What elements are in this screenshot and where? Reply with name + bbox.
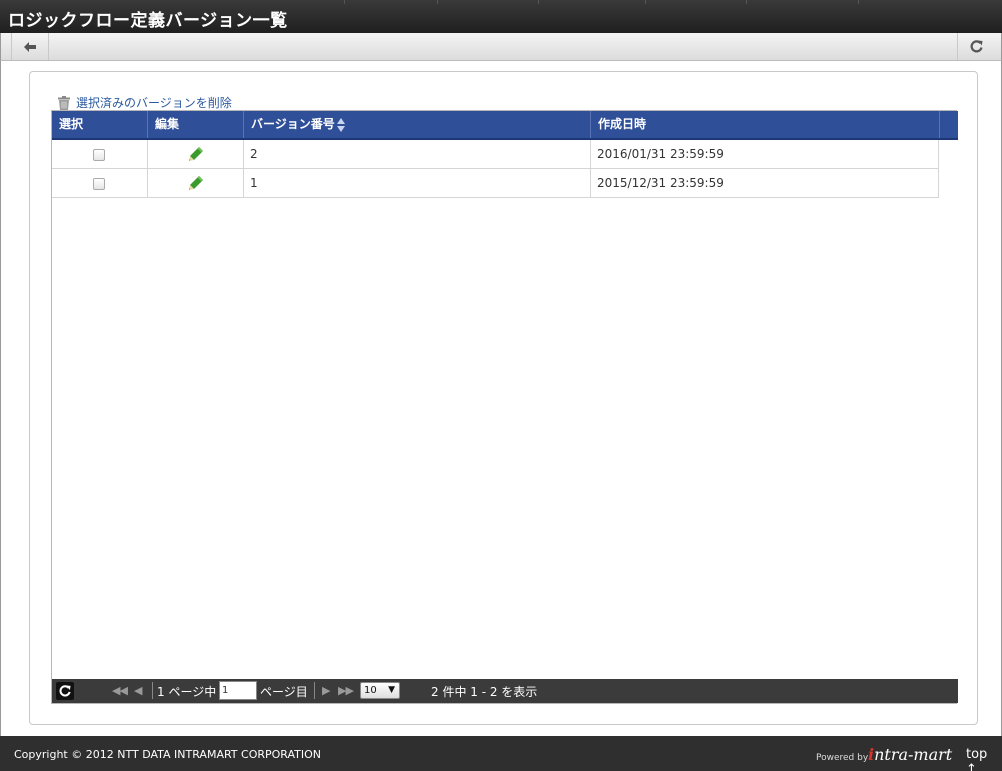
dropdown-arrow-icon: ▼ (388, 685, 395, 695)
select-cell (52, 140, 148, 168)
delete-selected-link[interactable]: 選択済みのバージョンを削除 (58, 94, 232, 111)
version-cell: 2 (244, 140, 591, 168)
column-header-created: 作成日時 (591, 111, 940, 138)
copyright-text: Copyright © 2012 NTT DATA INTRAMART CORP… (14, 748, 322, 761)
page-suffix-label: ページ目 (260, 685, 308, 699)
grid-header: 選択 編集 バージョン番号 作成日時 (52, 111, 958, 140)
page-number-input[interactable]: 1 (219, 681, 257, 700)
sort-icon (336, 117, 345, 132)
toolbar (0, 33, 1002, 61)
column-header-edit: 編集 (148, 111, 244, 138)
title-bar: ロジックフロー定義バージョン一覧 (0, 0, 1002, 33)
page-size-select[interactable]: 10 ▼ (360, 682, 400, 699)
edit-cell (148, 169, 244, 197)
top-link[interactable]: top ↑ (966, 747, 1002, 771)
pager-refresh-button[interactable] (56, 682, 74, 700)
back-button[interactable] (11, 33, 49, 60)
created-cell: 2015/12/31 23:59:59 (591, 169, 939, 197)
pager-summary: 2 件中 1 - 2 を表示 (431, 685, 538, 699)
select-cell (52, 169, 148, 197)
version-cell: 1 (244, 169, 591, 197)
page-size-value: 10 (364, 685, 377, 696)
next-page-icon[interactable]: ▶ (322, 684, 331, 697)
table-row: 1 2015/12/31 23:59:59 (52, 169, 939, 198)
pencil-icon[interactable] (188, 146, 204, 162)
intra-mart-logo: intra-mart (868, 745, 953, 764)
page-title: ロジックフロー定義バージョン一覧 (8, 11, 288, 31)
powered-by-label: Powered by (816, 753, 869, 763)
prev-page-icon[interactable]: ◀ (134, 684, 143, 697)
edit-cell (148, 140, 244, 168)
pager-separator (152, 682, 153, 699)
trash-icon (58, 95, 70, 110)
last-page-icon[interactable]: ▶▶ (338, 684, 354, 697)
arrow-left-icon (24, 41, 36, 52)
pager-separator (314, 682, 315, 699)
version-grid: 選択 編集 バージョン番号 作成日時 2 2016/01/31 23:59:59… (51, 110, 958, 704)
table-row: 2 2016/01/31 23:59:59 (52, 140, 939, 169)
delete-selected-label: 選択済みのバージョンを削除 (76, 96, 232, 110)
column-header-version[interactable]: バージョン番号 (244, 111, 591, 138)
refresh-icon (59, 685, 71, 697)
pager-bar: ◀◀ ◀ 1 ページ中 1 ページ目 ▶ ▶▶ 10 ▼ 2 件中 1 - 2 … (52, 679, 958, 703)
created-cell: 2016/01/31 23:59:59 (591, 140, 939, 168)
content-area: 選択済みのバージョンを削除 選択 編集 バージョン番号 作成日時 2 2016/… (0, 61, 1002, 736)
row-checkbox[interactable] (93, 178, 105, 190)
pencil-icon[interactable] (188, 175, 204, 191)
refresh-icon (970, 40, 983, 53)
page-prefix-label: 1 ページ中 (157, 685, 217, 699)
column-header-select: 選択 (52, 111, 148, 138)
first-page-icon[interactable]: ◀◀ (112, 684, 128, 697)
footer: Copyright © 2012 NTT DATA INTRAMART CORP… (0, 736, 1002, 771)
column-header-version-label: バージョン番号 (251, 117, 335, 131)
reload-button[interactable] (957, 33, 995, 60)
row-checkbox[interactable] (93, 149, 105, 161)
version-list-panel: 選択済みのバージョンを削除 選択 編集 バージョン番号 作成日時 2 2016/… (29, 71, 978, 725)
